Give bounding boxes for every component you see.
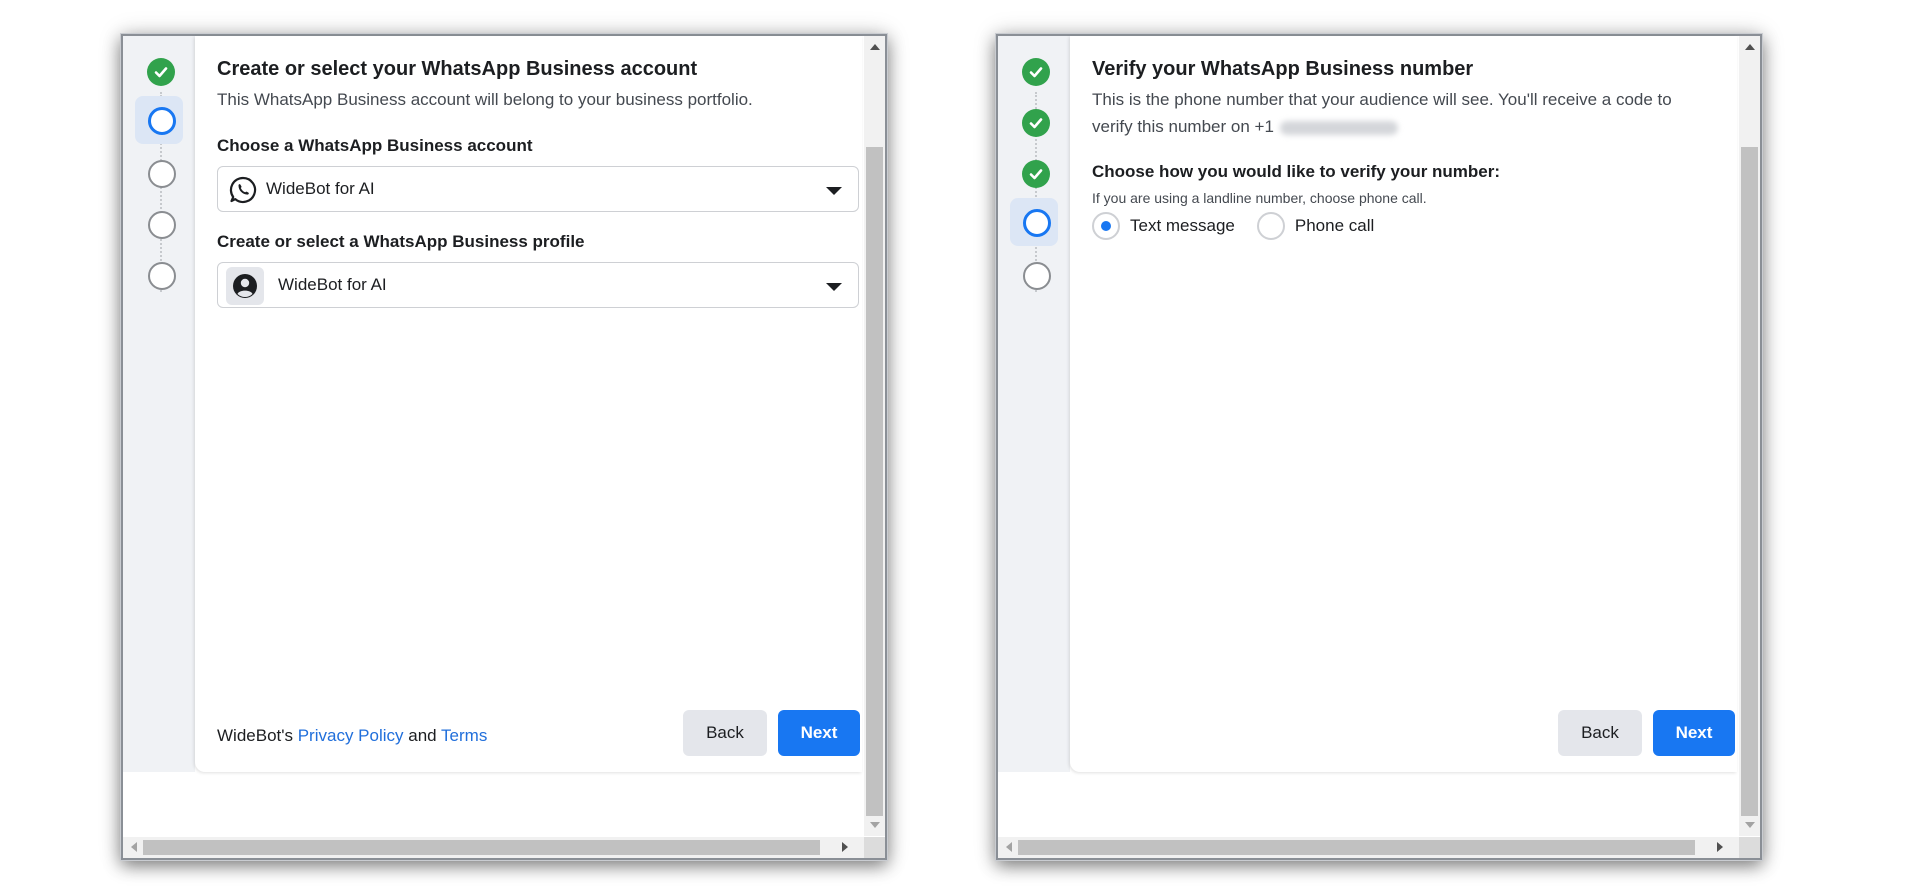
scroll-down-icon[interactable] — [1745, 822, 1755, 828]
scroll-up-icon[interactable] — [1745, 44, 1755, 50]
step-5-pending-icon — [1023, 262, 1051, 290]
subtitle-line-1: This is the phone number that your audie… — [1092, 90, 1672, 109]
horizontal-scrollbar[interactable] — [123, 837, 864, 858]
scrollbar-thumb[interactable] — [143, 840, 820, 855]
vertical-scrollbar[interactable] — [1739, 36, 1760, 836]
scroll-up-icon[interactable] — [870, 44, 880, 50]
scrollbar-thumb[interactable] — [866, 147, 883, 816]
verify-method-label: Choose how you would like to verify your… — [1092, 162, 1501, 181]
verify-method-hint: If you are using a landline number, choo… — [1092, 190, 1427, 206]
verify-number-dialog: Verify your WhatsApp Business number Thi… — [996, 34, 1762, 860]
account-select-label: Choose a WhatsApp Business account — [217, 136, 533, 155]
progress-stepper — [123, 36, 195, 772]
scroll-left-icon[interactable] — [1006, 842, 1012, 852]
page-subtitle: This is the phone number that your audie… — [1092, 86, 1732, 140]
account-select[interactable]: WideBot for AI — [217, 166, 859, 212]
chevron-down-icon — [826, 283, 842, 291]
account-select-value: WideBot for AI — [266, 179, 375, 198]
step-4-current-icon — [1023, 209, 1051, 237]
footer-and: and — [403, 726, 442, 745]
step-4-pending-icon — [148, 211, 176, 239]
scroll-left-icon[interactable] — [131, 842, 137, 852]
scrollbar-corner — [864, 837, 885, 858]
text-message-radio[interactable] — [1092, 212, 1120, 240]
chevron-down-icon — [826, 187, 842, 195]
privacy-policy-link[interactable]: Privacy Policy — [298, 726, 404, 745]
phone-call-label[interactable]: Phone call — [1295, 216, 1374, 236]
step-3-pending-icon — [148, 160, 176, 188]
page-title: Create or select your WhatsApp Business … — [217, 58, 698, 80]
profile-select[interactable]: WideBot for AI — [217, 262, 859, 308]
terms-link[interactable]: Terms — [441, 726, 487, 745]
whatsapp-icon — [228, 175, 258, 205]
back-button[interactable]: Back — [683, 710, 767, 756]
scroll-down-icon[interactable] — [870, 822, 880, 828]
profile-avatar-icon — [230, 271, 260, 301]
profile-select-label: Create or select a WhatsApp Business pro… — [217, 232, 585, 251]
vertical-scrollbar[interactable] — [864, 36, 885, 836]
phone-call-radio[interactable] — [1256, 212, 1285, 240]
text-message-label[interactable]: Text message — [1130, 216, 1235, 236]
redacted-phone-number — [1279, 120, 1398, 135]
footer-prefix: WideBot's — [217, 726, 298, 745]
step-1-complete-icon — [1022, 58, 1050, 86]
subtitle-line-2: verify this number on +1 — [1092, 117, 1274, 136]
horizontal-scrollbar[interactable] — [998, 837, 1739, 858]
step-2-complete-icon — [1022, 109, 1050, 137]
back-button[interactable]: Back — [1558, 710, 1642, 756]
dialog-card: Verify your WhatsApp Business number Thi… — [1070, 36, 1737, 772]
page-title: Verify your WhatsApp Business number — [1092, 58, 1474, 80]
verify-method-radio-group: Text message Phone call — [1092, 212, 1396, 240]
step-3-complete-icon — [1022, 160, 1050, 188]
scrollbar-corner — [1739, 837, 1760, 858]
scroll-right-icon[interactable] — [1717, 842, 1723, 852]
footer-legal: WideBot's Privacy Policy and Terms — [217, 726, 487, 746]
step-5-pending-icon — [148, 262, 176, 290]
next-button[interactable]: Next — [778, 710, 860, 756]
progress-stepper — [998, 36, 1070, 772]
next-button[interactable]: Next — [1653, 710, 1735, 756]
step-1-complete-icon — [147, 58, 175, 86]
dialog-card: Create or select your WhatsApp Business … — [195, 36, 862, 772]
whatsapp-account-dialog: Create or select your WhatsApp Business … — [121, 34, 887, 860]
step-2-current-icon — [148, 107, 176, 135]
scrollbar-thumb[interactable] — [1018, 840, 1695, 855]
scroll-right-icon[interactable] — [842, 842, 848, 852]
page-subtitle: This WhatsApp Business account will belo… — [217, 90, 753, 109]
profile-select-value: WideBot for AI — [278, 275, 387, 294]
scrollbar-thumb[interactable] — [1741, 147, 1758, 816]
